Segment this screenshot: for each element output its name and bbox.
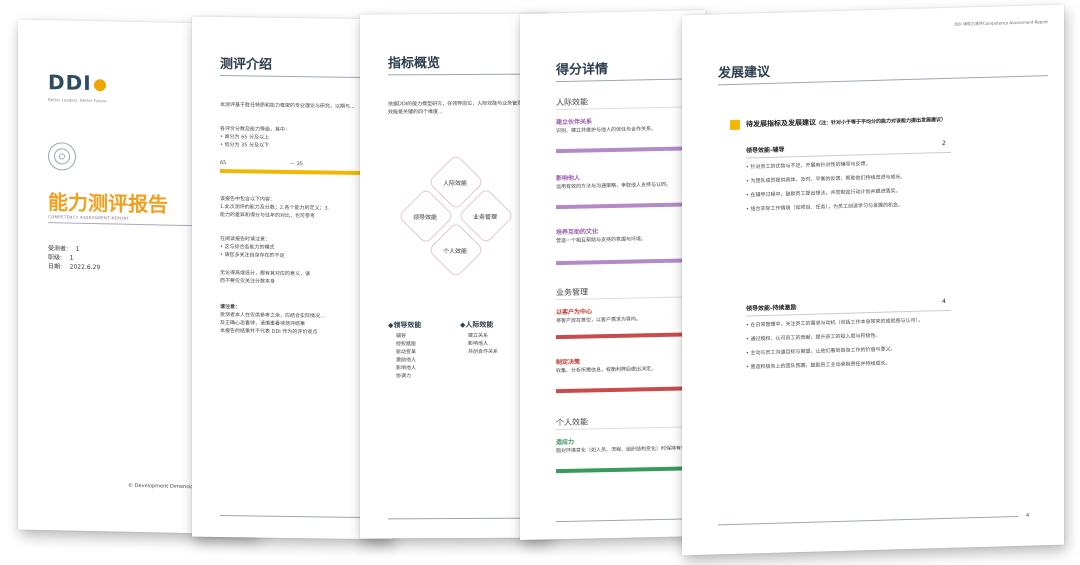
diamond-label: 业务管理: [472, 213, 497, 221]
cover-subtitle: COMPETENCY ASSESSMENT REPORT: [48, 214, 130, 221]
diamond-label: 领导效能: [412, 214, 437, 222]
advice-section-score: 4: [942, 297, 946, 306]
competency-name: 制定决策: [556, 358, 581, 367]
cover-fields: 受测者: 1 职级: 1 日期: 2022.6.29: [48, 244, 100, 272]
footer-rule: [718, 515, 1018, 526]
emblem-icon: [48, 142, 76, 171]
scale-mid-label: — 35: [290, 160, 303, 168]
intro-para3: 该报告中包含以下内容： 1.此次测评的能力及分数；2.各个能力的定义；3. 能力…: [220, 195, 330, 220]
title-underline: [556, 78, 696, 83]
footer-rule: [220, 514, 380, 519]
group-heading: 个人效能: [556, 417, 588, 428]
page-header: DDI 领导力测评Competency Assessment Report: [954, 19, 1048, 27]
diamond-label: 人际效能: [442, 179, 467, 188]
scores-page: 得分详情 人际效能 建立伙伴关系 识别、建立并维护与他人的信任与合作关系。 影响…: [520, 10, 705, 540]
advice-title: 发展建议: [718, 64, 771, 82]
ddi-logo: DDI: [48, 70, 106, 95]
scale-left-label: 65: [220, 159, 227, 167]
logo-text: DDI: [48, 70, 92, 96]
page-number: 4: [1026, 512, 1030, 519]
cover-title: 能力测评报告: [48, 190, 168, 217]
competency-desc: 收集、分析所需信息，权衡利弊后做出决定。: [556, 366, 657, 375]
field-row: 日期: 2022.6.29: [48, 263, 101, 272]
advice-section-body: • 在日常管理中，关注员工的需求与动机（包括工作本身带来的成就感与认可）。 • …: [746, 317, 924, 371]
footer-rule: [388, 517, 538, 520]
score-bar: [556, 258, 696, 266]
competency-name: 建立伙伴关系: [556, 118, 593, 127]
footer-rule: [556, 518, 696, 523]
scores-title: 得分详情: [556, 62, 609, 79]
score-bar: [556, 146, 696, 154]
intro-para2: 各评价分数及能力等级，其中： • 高分为 65 分及以上 • 低分为 35 分及…: [220, 125, 291, 149]
logo-tagline: Better Leaders. Better Future.: [48, 97, 108, 104]
legend-interpersonal-items: 建立关系 影响他人 共创合作关系: [468, 332, 499, 355]
score-bar: [556, 466, 696, 474]
score-bar: [556, 386, 696, 394]
group-heading: 业务管理: [556, 287, 588, 298]
legend-interpersonal: ◆人际效能: [460, 320, 494, 329]
report-pages-spread: DDI Better Leaders. Better Future. 能力测评报…: [0, 0, 1080, 565]
overview-para: 依据DDI的能力模型研究，在领导岗位，人际效能与业务管理、个人效能是关键的四个维…: [388, 100, 538, 116]
legend-leadership: ◆领导效能: [388, 321, 422, 330]
diamond-label: 个人效能: [442, 247, 467, 256]
intro-title: 测评介绍: [220, 56, 273, 73]
title-underline: [388, 73, 538, 76]
competency-desc: 营造一个相互帮助与支持的氛围与环境。: [556, 236, 647, 245]
score-bar: [556, 202, 696, 210]
title-underline: [220, 74, 380, 79]
advice-box-heading: 待发展指标及发展建议（注：针对小于等于平均分的能力对该能力提出发展建议）: [746, 116, 947, 129]
intro-para1: 本测评基于胜任特质和能力框架的专业理论与研究，以期与...: [220, 101, 355, 110]
advice-section-title: 领导效能-辅导: [746, 146, 785, 155]
advice-page: DDI 领导力测评Competency Assessment Report 发展…: [682, 4, 1064, 556]
cover-footer: © Development Dimensions: [128, 482, 200, 491]
competency-name: 影响他人: [556, 174, 581, 183]
intro-para5: 无论得高或低分，都有其对应的意义，请 而不要仅仅关注分数本身: [220, 269, 311, 285]
intro-para4: 在阅读报告时请注意： • 这与综合各能力的模式 • 请您多关注自身存在的不足: [220, 235, 285, 259]
group-heading: 人际效能: [556, 97, 588, 108]
competency-name: 以客户为中心: [556, 308, 593, 317]
advice-section-title: 领导效能-持续激励: [746, 304, 797, 313]
overview-title: 指标概览: [388, 56, 441, 72]
legend-leadership-items: 辅导 授权赋能 驱动变革 激励他人 影响他人 协调力: [396, 333, 417, 380]
advice-section-body: • 针对员工的优势与不足，开展有针对性的辅导与反馈。 • 为团队成员提供具体、及…: [746, 161, 906, 213]
competency-desc: 将客户放在首位，以客户需求为导向。: [556, 316, 642, 325]
competency-name: 培养互助的文化: [556, 228, 599, 237]
logo-mark-icon: [93, 78, 106, 91]
advice-section-score: 2: [942, 139, 946, 148]
competency-desc: 识别、建立并维护与他人的信任与合作关系。: [556, 126, 657, 135]
competency-desc: 运用有效的方法与沟通策略，争取他人支持与认同。: [556, 181, 672, 191]
competency-name: 适应力: [556, 438, 575, 447]
score-bar: [556, 332, 696, 340]
bookmark-icon: [730, 119, 740, 130]
competency-desc: 面对环境变化（如人员、流程、组织结构变化）时保持有效性。: [556, 445, 697, 455]
